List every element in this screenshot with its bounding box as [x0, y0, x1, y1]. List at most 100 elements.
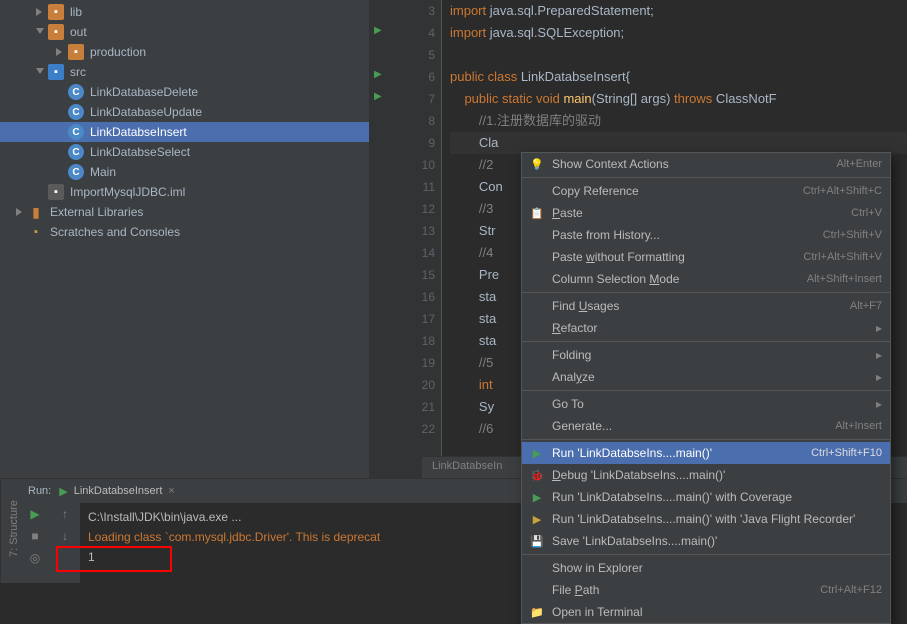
menu-item-paste[interactable]: 📋PasteCtrl+V	[522, 202, 890, 224]
menu-label: Folding	[552, 348, 872, 362]
tree-item-label: src	[70, 65, 86, 79]
menu-item-show-in-explorer[interactable]: Show in Explorer	[522, 557, 890, 579]
menu-separator	[522, 439, 890, 440]
menu-item-go-to[interactable]: Go To▸	[522, 393, 890, 415]
menu-item-column-selection-mode[interactable]: Column Selection ModeAlt+Shift+Insert	[522, 268, 890, 290]
menu-label: Analyze	[552, 370, 872, 384]
tree-arrow-icon[interactable]	[56, 128, 64, 136]
menu-item-run-linkdatabseins-main-with-java-flight-recorder[interactable]: ▶Run 'LinkDatabseIns....main()' with 'Ja…	[522, 508, 890, 530]
menu-item-show-context-actions[interactable]: 💡Show Context ActionsAlt+Enter	[522, 153, 890, 175]
code-line-8[interactable]: //1.注册数据库的驱动	[450, 110, 907, 132]
menu-item-generate[interactable]: Generate...Alt+Insert	[522, 415, 890, 437]
menu-item-save-linkdatabseins-main[interactable]: 💾Save 'LinkDatabseIns....main()'	[522, 530, 890, 552]
menu-separator	[522, 554, 890, 555]
menu-item-run-linkdatabseins-main[interactable]: ▶Run 'LinkDatabseIns....main()'Ctrl+Shif…	[522, 442, 890, 464]
tree-item-label: out	[70, 25, 87, 39]
tree-item-main[interactable]: CMain	[0, 162, 369, 182]
tree-arrow-icon[interactable]	[16, 208, 24, 216]
tree-item-linkdatabaseupdate[interactable]: CLinkDatabaseUpdate	[0, 102, 369, 122]
folder-orange-icon: ▪	[48, 24, 64, 40]
menu-item-refactor[interactable]: Refactor▸	[522, 317, 890, 339]
tree-item-label: LinkDatabaseDelete	[90, 85, 198, 99]
menu-shortcut: Alt+F7	[850, 300, 882, 312]
tree-arrow-icon[interactable]	[36, 28, 44, 36]
class-icon: C	[68, 104, 84, 120]
down-icon[interactable]: ↓	[62, 529, 68, 543]
close-icon[interactable]: ×	[168, 485, 174, 497]
tree-arrow-icon[interactable]	[56, 148, 64, 156]
code-line-7[interactable]: public static void main(String[] args) t…	[450, 88, 907, 110]
run-toolbar[interactable]: ▶ ■ ◎	[20, 503, 50, 583]
up-icon[interactable]: ↑	[62, 507, 68, 521]
editor-context-menu[interactable]: 💡Show Context ActionsAlt+EnterCopy Refer…	[521, 152, 891, 624]
menu-label: Show in Explorer	[552, 561, 882, 575]
menu-shortcut: Ctrl+Alt+Shift+V	[803, 251, 882, 263]
submenu-arrow-icon: ▸	[876, 321, 882, 335]
menu-shortcut: Alt+Shift+Insert	[807, 273, 882, 285]
tree-item-label: lib	[70, 5, 82, 19]
menu-shortcut: Ctrl+V	[851, 207, 882, 219]
tree-item-label: LinkDatabseInsert	[90, 125, 187, 139]
menu-item-find-usages[interactable]: Find Usages Alt+F7	[522, 295, 890, 317]
menu-item-open-in-terminal[interactable]: 📁Open in Terminal	[522, 601, 890, 623]
menu-item-file-path[interactable]: File Path Ctrl+Alt+F12	[522, 579, 890, 601]
tree-arrow-icon[interactable]	[16, 228, 24, 236]
menu-icon: 🐞	[528, 469, 546, 482]
tree-item-importmysqljdbc-iml[interactable]: ▪ImportMysqlJDBC.iml	[0, 182, 369, 202]
menu-item-copy-reference[interactable]: Copy ReferenceCtrl+Alt+Shift+C	[522, 180, 890, 202]
submenu-arrow-icon: ▸	[876, 348, 882, 362]
tree-item-external-libraries[interactable]: ▮External Libraries	[0, 202, 369, 222]
tree-item-scratches-and-consoles[interactable]: ▪Scratches and Consoles	[0, 222, 369, 242]
menu-item-paste-without-formatting[interactable]: Paste without FormattingCtrl+Alt+Shift+V	[522, 246, 890, 268]
run-gutter-icon[interactable]: ▶	[374, 25, 382, 36]
code-line-9[interactable]: Cla	[450, 132, 907, 154]
tree-arrow-icon[interactable]	[36, 68, 44, 76]
rerun-icon[interactable]: ▶	[30, 507, 39, 521]
class-icon: C	[68, 84, 84, 100]
menu-label: Save 'LinkDatabseIns....main()'	[552, 534, 882, 548]
menu-item-paste-from-history[interactable]: Paste from History...Ctrl+Shift+V	[522, 224, 890, 246]
code-line-6[interactable]: public class LinkDatabseInsert{	[450, 66, 907, 88]
menu-label: Show Context Actions	[552, 157, 828, 171]
run-tab[interactable]: ▶ LinkDatabseInsert ×	[51, 483, 183, 500]
tree-arrow-icon[interactable]	[56, 168, 64, 176]
menu-icon: 📁	[528, 606, 546, 619]
menu-shortcut: Ctrl+Alt+F12	[820, 584, 882, 596]
run-gutter-icon[interactable]: ▶	[374, 69, 382, 80]
tool-window-stripe[interactable]: 7: Structure	[0, 479, 20, 583]
tree-item-label: Main	[90, 165, 116, 179]
tree-item-linkdatabseselect[interactable]: CLinkDatabseSelect	[0, 142, 369, 162]
stop-icon[interactable]: ■	[31, 529, 38, 543]
menu-item-run-linkdatabseins-main-with-coverage[interactable]: ▶Run 'LinkDatabseIns....main()' with Cov…	[522, 486, 890, 508]
code-line-5[interactable]	[450, 44, 907, 66]
run-tab-label: LinkDatabseInsert	[74, 485, 163, 497]
menu-label: Run 'LinkDatabseIns....main()' with Cove…	[552, 490, 882, 504]
class-icon: C	[68, 124, 84, 140]
tree-arrow-icon[interactable]	[56, 48, 64, 56]
menu-item-debug-linkdatabseins-main[interactable]: 🐞Debug 'LinkDatabseIns....main()'	[522, 464, 890, 486]
tree-arrow-icon[interactable]	[36, 188, 44, 196]
code-line-3[interactable]: import java.sql.PreparedStatement;	[450, 0, 907, 22]
tree-item-linkdatabseinsert[interactable]: C LinkDatabseInsert	[0, 122, 369, 142]
file-icon: ▪	[48, 184, 64, 200]
menu-label: Run 'LinkDatabseIns....main()' with 'Jav…	[552, 512, 882, 526]
tree-item-out[interactable]: ▪ out	[0, 22, 369, 42]
code-line-4[interactable]: import java.sql.SQLException;	[450, 22, 907, 44]
run-gutter-icon[interactable]: ▶	[374, 91, 382, 102]
run-toolbar-2[interactable]: ↑ ↓	[50, 503, 80, 583]
menu-item-folding[interactable]: Folding ▸	[522, 344, 890, 366]
project-tree[interactable]: ▪lib▪out▪production▪srcCLinkDatabaseDele…	[0, 0, 370, 478]
menu-shortcut: Alt+Enter	[836, 158, 882, 170]
tree-item-lib[interactable]: ▪lib	[0, 2, 369, 22]
tree-item-production[interactable]: ▪production	[0, 42, 369, 62]
tree-arrow-icon[interactable]	[56, 88, 64, 96]
menu-item-analyze[interactable]: Analyze▸	[522, 366, 890, 388]
menu-label: File Path	[552, 583, 812, 597]
menu-label: Find Usages	[552, 299, 842, 313]
tree-item-linkdatabasedelete[interactable]: C LinkDatabaseDelete	[0, 82, 369, 102]
tree-item-src[interactable]: ▪src	[0, 62, 369, 82]
camera-icon[interactable]: ◎	[30, 551, 40, 565]
tree-arrow-icon[interactable]	[36, 8, 44, 16]
tree-arrow-icon[interactable]	[56, 108, 64, 116]
scratch-icon: ▪	[28, 224, 44, 240]
